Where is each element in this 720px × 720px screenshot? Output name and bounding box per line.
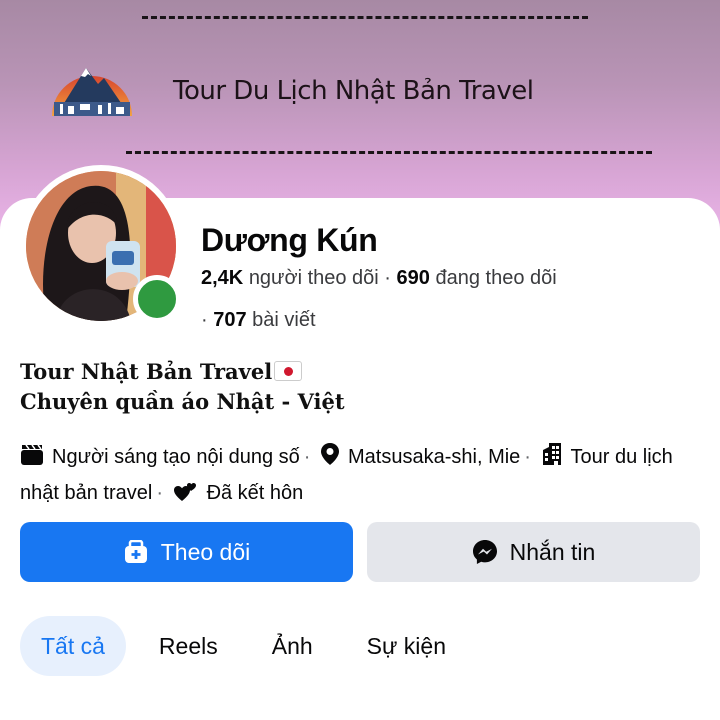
detail-separator: ·	[303, 446, 311, 468]
following-label[interactable]: đang theo dõi	[435, 267, 556, 289]
profile-bio: Tour Nhật Bản Travel Chuyên quần áo Nhật…	[20, 357, 345, 417]
bio-line-1: Tour Nhật Bản Travel	[20, 359, 273, 384]
cover-title: Tour Du Lịch Nhật Bản Travel	[173, 76, 534, 106]
follow-user-icon	[123, 540, 149, 564]
message-button-label: Nhắn tin	[509, 538, 596, 565]
detail-separator: ·	[156, 482, 163, 504]
creator-label: Người sáng tạo nội dung số	[52, 446, 300, 468]
location-pin-icon	[320, 442, 340, 477]
message-button[interactable]: Nhắn tin	[367, 522, 700, 582]
bio-line-2: Chuyên quần áo Nhật - Việt	[20, 389, 345, 414]
messenger-icon	[472, 539, 498, 565]
detail-separator: ·	[524, 446, 531, 468]
location-label[interactable]: Matsusaka-shi, Mie	[348, 446, 520, 468]
relationship-label: Đã kết hôn	[206, 482, 304, 504]
profile-details: Người sáng tạo nội dung số · Matsusaka-sh…	[20, 441, 710, 513]
post-stats: · 707 bài viết	[201, 309, 316, 332]
stats-separator: ·	[384, 267, 391, 289]
tab-photos[interactable]: Ảnh	[251, 616, 334, 676]
japan-flag-icon	[274, 361, 303, 381]
profile-name: Dương Kún	[201, 222, 378, 258]
tab-all[interactable]: Tất cả	[20, 616, 126, 676]
building-icon	[541, 442, 563, 477]
follow-button[interactable]: Theo dõi	[20, 522, 353, 582]
hearts-icon	[173, 480, 199, 513]
clapperboard-icon	[20, 444, 44, 477]
follow-button-label: Theo dõi	[160, 538, 251, 565]
following-count[interactable]: 690	[397, 267, 430, 289]
cover-dashed-line-bottom	[126, 151, 652, 154]
stats-separator: ·	[201, 309, 208, 331]
mountain-logo-icon	[52, 68, 132, 116]
tab-reels[interactable]: Reels	[138, 616, 239, 676]
followers-count[interactable]: 2,4K	[201, 267, 243, 289]
online-status-indicator	[133, 275, 181, 323]
profile-tabs: Tất cả Reels Ảnh Sự kiện	[20, 616, 467, 676]
posts-label: bài viết	[252, 309, 316, 331]
followers-label[interactable]: người theo dõi	[249, 267, 379, 289]
cover-dashed-line-top	[142, 16, 588, 19]
tab-events[interactable]: Sự kiện	[346, 616, 467, 676]
follow-stats: 2,4K người theo dõi · 690 đang theo dõi	[201, 267, 557, 290]
posts-count: 707	[213, 309, 247, 331]
